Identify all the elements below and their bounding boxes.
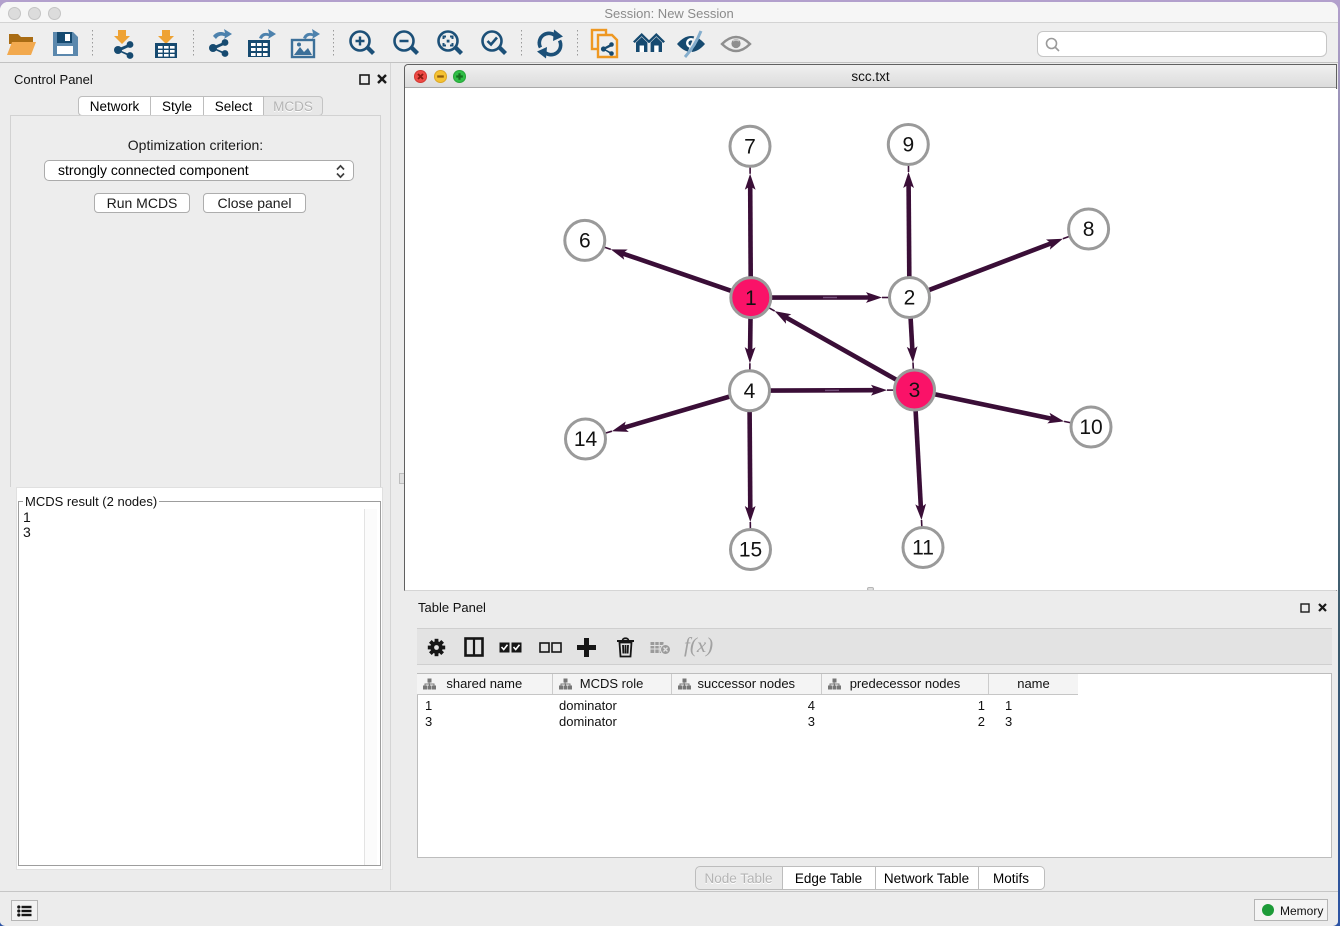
svg-text:7: 7 <box>744 136 756 159</box>
svg-text:14: 14 <box>574 428 598 451</box>
svg-text:11: 11 <box>912 537 934 560</box>
svg-text:3: 3 <box>909 379 921 402</box>
svg-text:15: 15 <box>739 539 762 562</box>
svg-text:10: 10 <box>1079 416 1102 439</box>
svg-text:4: 4 <box>744 380 756 403</box>
svg-text:1: 1 <box>745 287 757 310</box>
svg-text:2: 2 <box>904 287 916 310</box>
svg-text:9: 9 <box>902 134 914 157</box>
svg-text:8: 8 <box>1083 218 1095 241</box>
svg-text:6: 6 <box>579 230 591 253</box>
